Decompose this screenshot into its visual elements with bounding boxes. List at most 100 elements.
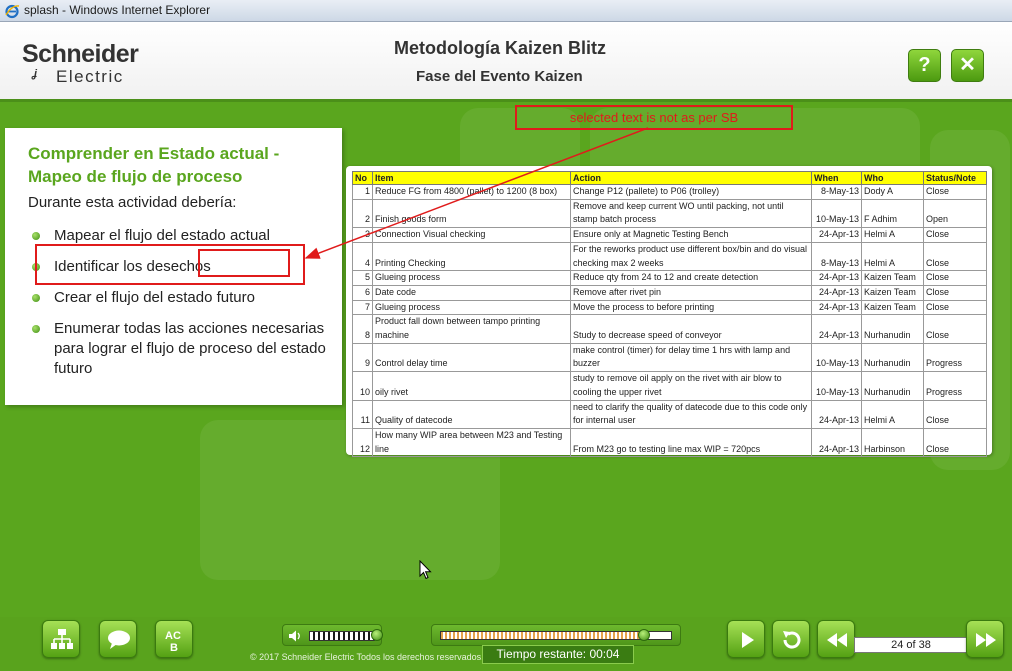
menu-map-button[interactable] [42, 620, 80, 658]
list-item: Crear el flujo del estado futuro [30, 288, 330, 308]
table-cell: 8 [352, 314, 373, 344]
player-footer: AC B © 2017 Schneider Electric Todos los… [0, 617, 1012, 671]
table-cell: Product fall down between tampo printing… [372, 314, 571, 344]
table-row: 6 Date code Remove after rivet pin 24-Apr-1… [352, 284, 987, 301]
table-cell: Reduce qty from 24 to 12 and create dete… [570, 270, 812, 286]
window-titlebar: splash - Windows Internet Explorer [0, 0, 1012, 22]
play-button[interactable] [727, 620, 765, 658]
table-cell: 24-Apr-13 [811, 284, 862, 301]
time-value: 00:04 [589, 647, 620, 661]
table-row: 10 oily rivet study to remove oil apply on… [352, 371, 987, 401]
bullet-icon [32, 294, 40, 302]
table-cell: 11 [352, 399, 373, 429]
table-row: 2 Finish goods form Remove and keep curren… [352, 198, 987, 229]
table-cell: 6 [352, 284, 373, 301]
table-cell: 2 [352, 198, 373, 229]
table-cell: 3 [352, 227, 373, 243]
internet-explorer-icon [5, 4, 20, 19]
comments-button[interactable] [99, 620, 137, 658]
fast-forward-icon [976, 633, 996, 647]
close-button[interactable]: ✕ [951, 49, 984, 82]
table-cell: Change P12 (pallete) to P06 (trolley) [570, 184, 812, 200]
table-cell: Helmi A [861, 399, 924, 429]
previous-button[interactable] [817, 620, 855, 658]
table-cell: Remove and keep current WO until packing… [570, 198, 812, 229]
table-cell: need to clarify the quality of datecode … [570, 399, 812, 429]
sitemap-icon [51, 629, 73, 649]
help-icon: ? [918, 54, 931, 76]
logo-line1: Schneider [22, 40, 139, 68]
table-body: 1 Reduce FG from 4800 (pallet) to 1200 (8… [352, 184, 987, 458]
table-cell: Move the process to before printing [570, 299, 812, 316]
table-cell: oily rivet [372, 371, 571, 401]
table-cell: Nurhanudin [861, 342, 924, 373]
table-cell: Glueing process [372, 270, 571, 286]
volume-slider[interactable] [282, 624, 383, 646]
page-counter: 24 of 38 [854, 637, 968, 653]
table-cell: Open [923, 198, 987, 229]
replay-icon [783, 631, 801, 649]
list-item: Enumerar todas las acciones necesarias p… [30, 319, 330, 379]
table-cell: Reduce FG from 4800 (pallet) to 1200 (8 … [372, 184, 571, 200]
table-cell: Kaizen Team [861, 270, 924, 286]
table-cell: Nurhanudin [861, 371, 924, 401]
table-header-row: No Item Action When Who Status/Note [352, 171, 987, 185]
table-cell: Close [923, 299, 987, 316]
logo-line2: Electric [56, 67, 124, 86]
table-cell: 24-Apr-13 [811, 314, 862, 344]
table-cell: Close [923, 284, 987, 301]
logo-mark-icon: ᶨ [32, 68, 37, 85]
next-button[interactable] [966, 620, 1004, 658]
bullet-icon [32, 232, 40, 240]
table-cell: Helmi A [861, 227, 924, 243]
table-cell: make control (timer) for delay time 1 hr… [570, 342, 812, 373]
table-row: 12 How many WIP area between M23 and Test… [352, 427, 987, 458]
list-item-text: Enumerar todas las acciones necesarias p… [54, 320, 326, 377]
table-cell: Close [923, 314, 987, 344]
action-table-card: No Item Action When Who Status/Note 1 Red… [346, 166, 992, 458]
time-label: Tiempo restante: [496, 647, 587, 661]
table-cell: Progress [923, 342, 987, 373]
table-row: 5 Glueing process Reduce qty from 24 to 12… [352, 270, 987, 286]
table-cell: Close [923, 184, 987, 200]
table-cell: For the reworks product use different bo… [570, 241, 812, 272]
table-row: 11 Quality of datecode need to clarify the… [352, 399, 987, 429]
column-header: No [352, 171, 373, 185]
progress-slider[interactable] [431, 624, 681, 646]
action-table: No Item Action When Who Status/Note 1 Red… [352, 171, 987, 458]
glossary-button[interactable]: AC B [155, 620, 193, 658]
speaker-icon [289, 630, 300, 642]
speech-bubble-icon [108, 630, 130, 649]
play-icon [742, 632, 754, 648]
column-header: Action [570, 171, 812, 185]
page-title: Metodología Kaizen Blitz [394, 38, 607, 58]
highlight-box-word [198, 249, 290, 277]
table-row: 7 Glueing process Move the process to befo… [352, 299, 987, 316]
table-cell: 7 [352, 299, 373, 316]
table-cell: 24-Apr-13 [811, 227, 862, 243]
table-cell: Harbinson [861, 427, 924, 458]
table-cell: From M23 go to testing line max WIP = 72… [570, 427, 812, 458]
page-subtitle: Fase del Evento Kaizen [416, 68, 583, 85]
replay-button[interactable] [772, 620, 810, 658]
table-cell: 24-Apr-13 [811, 399, 862, 429]
table-cell: Close [923, 270, 987, 286]
rewind-icon [827, 633, 847, 647]
table-cell: Quality of datecode [372, 399, 571, 429]
help-button[interactable]: ? [908, 49, 941, 82]
table-cell: Nurhanudin [861, 314, 924, 344]
table-cell: 24-Apr-13 [811, 270, 862, 286]
table-cell: 10-May-13 [811, 371, 862, 401]
table-cell: Remove after rivet pin [570, 284, 812, 301]
table-cell: Date code [372, 284, 571, 301]
table-cell: Glueing process [372, 299, 571, 316]
panel-intro: Durante esta actividad debería: [28, 194, 237, 211]
table-cell: 5 [352, 270, 373, 286]
close-icon: ✕ [959, 54, 976, 76]
column-header: Item [372, 171, 571, 185]
table-cell: 10-May-13 [811, 342, 862, 373]
volume-knob[interactable] [371, 629, 383, 641]
table-cell: 8-May-13 [811, 184, 862, 200]
table-cell: 24-Apr-13 [811, 299, 862, 316]
table-row: 8 Product fall down between tampo printin… [352, 314, 987, 344]
